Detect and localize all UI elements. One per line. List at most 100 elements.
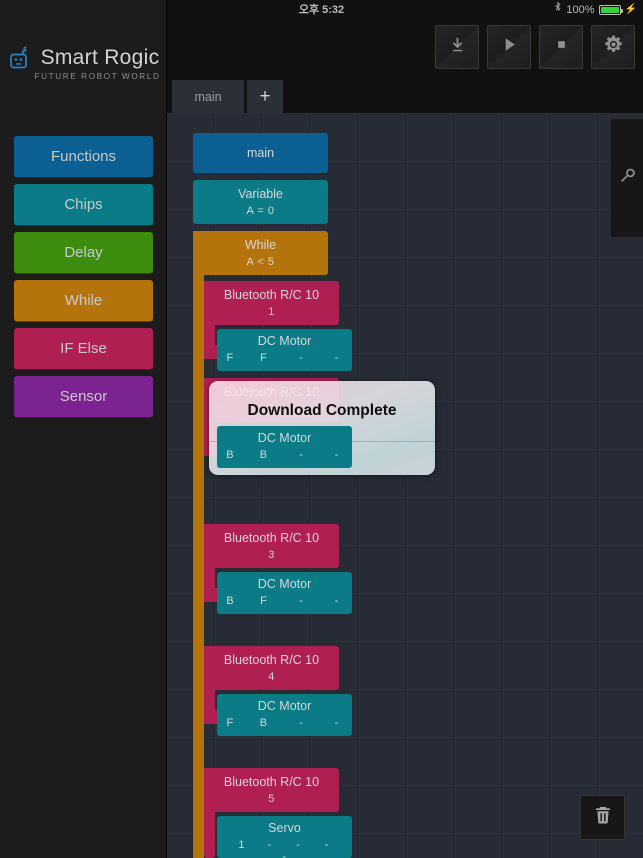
- block-servo-1[interactable]: Servo 1 - - - -: [217, 816, 352, 858]
- block-title: DC Motor: [257, 334, 312, 348]
- play-icon: [500, 35, 519, 59]
- block-title: While: [244, 238, 277, 252]
- block-title: Bluetooth R/C 10: [223, 531, 320, 545]
- battery-percent-label: 100%: [566, 4, 595, 16]
- block-args: 1 - - - -: [217, 839, 352, 858]
- block-title: Variable: [238, 187, 283, 201]
- palette-item-chips[interactable]: Chips: [14, 184, 153, 226]
- gear-icon: [603, 34, 624, 60]
- trash-button[interactable]: [580, 795, 625, 840]
- status-bar-right: 100% ⚡: [554, 0, 637, 20]
- palette-item-sensor[interactable]: Sensor: [14, 376, 153, 418]
- block-title: Bluetooth R/C 10: [223, 775, 320, 789]
- block-title: main: [246, 146, 275, 160]
- top-toolbar: [167, 20, 643, 80]
- block-dc-motor-1[interactable]: DC Motor F F - -: [217, 329, 352, 371]
- palette-item-label: IF Else: [60, 340, 107, 357]
- block-args: 5: [268, 793, 275, 805]
- bluetooth-icon: [554, 0, 562, 20]
- download-button[interactable]: [435, 25, 479, 69]
- palette-item-if-else[interactable]: IF Else: [14, 328, 153, 370]
- block-args: 4: [268, 671, 275, 683]
- block-dc-motor-3[interactable]: DC Motor B F - -: [217, 572, 352, 614]
- sidebar: Smart Rogic FUTURE ROBOT WORLD Functions…: [0, 0, 167, 858]
- block-dc-motor-2[interactable]: DC Motor B B - -: [217, 426, 352, 468]
- block-dc-motor-4[interactable]: DC Motor F B - -: [217, 694, 352, 736]
- wrench-icon: [619, 167, 636, 189]
- arg-3: -: [334, 449, 339, 461]
- arg-2: -: [299, 449, 304, 461]
- block-title: DC Motor: [257, 699, 312, 713]
- palette-item-label: While: [64, 292, 103, 309]
- program-canvas[interactable]: main Variable A = 0 While A < 5 Bluetoot…: [167, 113, 643, 858]
- arg-4: -: [282, 851, 287, 858]
- block-title: Bluetooth R/C 10: [223, 288, 320, 302]
- block-title: Servo: [268, 821, 301, 835]
- tab-main[interactable]: main: [172, 80, 244, 113]
- arg-1: B: [259, 449, 268, 461]
- arg-0: F: [226, 717, 234, 729]
- block-bluetooth-rc-5[interactable]: Bluetooth R/C 10 5: [204, 768, 339, 812]
- stop-icon: [552, 35, 571, 59]
- play-button[interactable]: [487, 25, 531, 69]
- block-title: DC Motor: [257, 577, 312, 591]
- palette-item-label: Functions: [50, 148, 117, 165]
- arg-0: 1: [238, 839, 245, 851]
- arg-0: B: [226, 449, 235, 461]
- settings-button[interactable]: [591, 25, 635, 69]
- block-title: DC Motor: [257, 431, 312, 445]
- arg-1: F: [260, 352, 268, 364]
- arg-1: -: [267, 839, 272, 851]
- palette-item-while[interactable]: While: [14, 280, 153, 322]
- arg-2: -: [299, 717, 304, 729]
- palette-item-delay[interactable]: Delay: [14, 232, 153, 274]
- arg-2: -: [296, 839, 301, 851]
- block-variable[interactable]: Variable A = 0: [193, 180, 328, 224]
- charging-bolt-icon: ⚡: [624, 4, 637, 15]
- block-while[interactable]: While A < 5: [193, 231, 328, 275]
- battery-icon: [598, 5, 623, 15]
- palette-item-label: Sensor: [59, 388, 108, 405]
- block-args: F B - -: [217, 717, 352, 729]
- arg-3: -: [334, 717, 339, 729]
- block-args: B B - -: [217, 449, 352, 461]
- arg-0: F: [226, 352, 234, 364]
- arg-3: -: [324, 839, 329, 851]
- block-args: B F - -: [217, 595, 352, 607]
- block-bluetooth-rc-3[interactable]: Bluetooth R/C 10 3: [204, 524, 339, 568]
- block-args: 3: [268, 549, 275, 561]
- block-main[interactable]: main: [193, 133, 328, 173]
- add-tab-button[interactable]: +: [247, 80, 283, 113]
- trash-icon: [593, 805, 613, 830]
- block-title: Bluetooth R/C 10: [223, 653, 320, 667]
- arg-3: -: [334, 352, 339, 364]
- arg-3: -: [334, 595, 339, 607]
- block-args: A = 0: [246, 205, 275, 217]
- download-icon: [448, 35, 467, 59]
- arg-1: B: [259, 717, 268, 729]
- tools-panel-handle[interactable]: [610, 118, 643, 238]
- palette-item-label: Delay: [64, 244, 103, 261]
- arg-2: -: [299, 595, 304, 607]
- block-bluetooth-rc-4[interactable]: Bluetooth R/C 10 4: [204, 646, 339, 690]
- app-root: iPad 오후 5:32 100% ⚡: [0, 0, 643, 858]
- block-args: 1: [268, 306, 275, 318]
- arg-1: F: [260, 595, 268, 607]
- toolbar-buttons: [435, 25, 635, 69]
- palette-item-label: Chips: [64, 196, 103, 213]
- robot-logo-icon: [8, 46, 34, 70]
- block-args: A < 5: [246, 256, 275, 268]
- app-logo: Smart Rogic FUTURE ROBOT WORLD: [0, 46, 167, 81]
- arg-0: B: [226, 595, 235, 607]
- palette-item-functions[interactable]: Functions: [14, 136, 153, 178]
- block-palette: Functions Chips Delay While IF Else Sens…: [14, 136, 153, 424]
- tab-strip: main +: [167, 80, 643, 113]
- stop-button[interactable]: [539, 25, 583, 69]
- arg-2: -: [299, 352, 304, 364]
- app-title: Smart Rogic: [40, 46, 160, 69]
- while-container-spine: [193, 231, 204, 858]
- app-subtitle: FUTURE ROBOT WORLD: [34, 72, 161, 81]
- tab-label: main: [194, 89, 222, 104]
- plus-icon: +: [259, 85, 271, 107]
- block-bluetooth-rc-1[interactable]: Bluetooth R/C 10 1: [204, 281, 339, 325]
